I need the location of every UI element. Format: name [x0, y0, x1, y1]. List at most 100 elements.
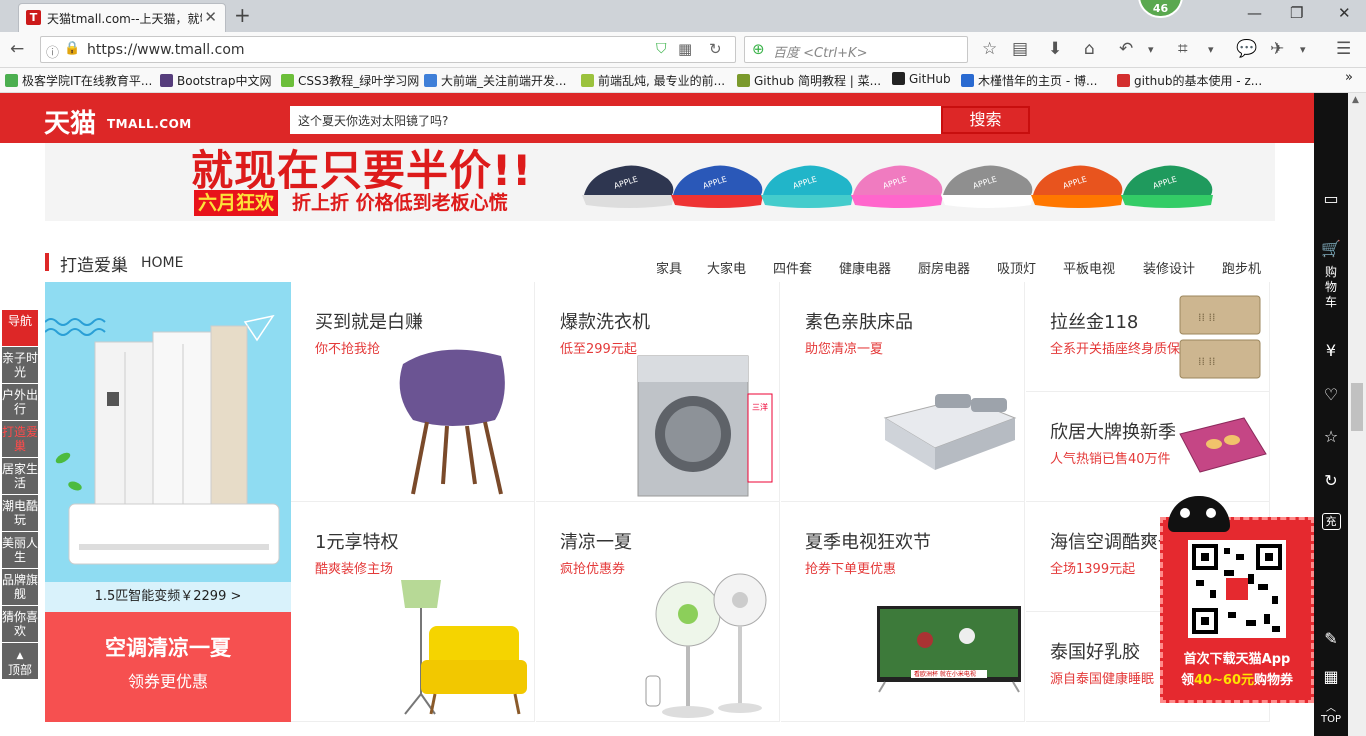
category-link[interactable]: 装修设计 — [1143, 258, 1195, 277]
qr-toggle-icon[interactable]: ▦ — [1314, 667, 1348, 686]
notification-badge[interactable]: 46 — [1138, 0, 1183, 18]
promo-banner[interactable]: 就现在只要半价!! 六月狂欢 折上折 价格低到老板心慌 APPLE APPLE … — [45, 143, 1275, 221]
reading-list-icon[interactable]: ▤ — [1012, 39, 1028, 59]
cart-label[interactable]: 购物车 — [1314, 265, 1348, 310]
section-subtitle: HOME — [141, 255, 184, 271]
recharge-icon[interactable]: 充 — [1314, 513, 1348, 530]
shield-icon[interactable]: ⛉ — [656, 41, 667, 57]
bookmark-item[interactable]: 木槿惜年的主页 - 博... — [961, 72, 1097, 89]
product-card[interactable]: 夏季电视狂欢节 抢券下单更优惠 看欧洲杯 就在小米电视 — [781, 502, 1025, 722]
tmall-logo-en[interactable]: TMALL.COM — [107, 117, 192, 131]
cart-icon[interactable]: 🛒 — [1314, 239, 1348, 258]
product-card[interactable]: 拉丝金118 全系开关插座终身质保 ⁞⁞ ⁞⁞ ⁞⁞ ⁞⁞ — [1026, 282, 1270, 392]
card-title: 清凉一夏 — [560, 532, 632, 553]
scrollbar[interactable]: ▲ — [1348, 93, 1366, 736]
browser-nav-bar: ← ⓘ 🔒 https://www.tmall.com ⛉ ▦ ↻ ⊕ 百度 <… — [0, 32, 1366, 68]
bookmarks-overflow-icon[interactable]: » — [1345, 70, 1353, 85]
air-conditioner-promo[interactable] — [45, 282, 291, 582]
back-arrow-icon[interactable]: ← — [10, 39, 24, 59]
bookmark-item[interactable]: Github 简明教程 | 菜... — [737, 72, 881, 89]
product-card[interactable]: 清凉一夏 疯抢优惠券 — [536, 502, 780, 722]
bookmark-item[interactable]: 极客学院IT在线教育平... — [5, 72, 152, 89]
card-subtitle: 酷爽装修主场 — [315, 562, 394, 577]
sidenav-item[interactable]: 户外出行 — [2, 384, 38, 420]
restore-button[interactable]: ❐ — [1290, 4, 1303, 22]
download-icon[interactable]: ⬇ — [1048, 39, 1062, 59]
site-search-button[interactable]: 搜索 — [941, 106, 1030, 134]
category-link[interactable]: 吸顶灯 — [997, 258, 1036, 277]
yen-icon[interactable]: ¥ — [1314, 341, 1348, 360]
bookmark-item[interactable]: CSS3教程_绿叶学习网 — [281, 72, 419, 89]
undo-dropdown-icon[interactable]: ▾ — [1148, 43, 1154, 56]
account-icon[interactable]: ▭ — [1314, 189, 1348, 208]
github-icon — [892, 72, 905, 85]
product-card[interactable]: 素色亲肤床品 助您清凉一夏 — [781, 282, 1025, 502]
scroll-up-icon[interactable]: ▲ — [1352, 95, 1359, 105]
bookmark-item[interactable]: GitHub — [892, 72, 951, 86]
address-bar[interactable]: ⓘ 🔒 https://www.tmall.com ⛉ ▦ ↻ — [40, 36, 736, 63]
url-text[interactable]: https://www.tmall.com — [87, 42, 245, 58]
card-title: 素色亲肤床品 — [805, 312, 913, 333]
history-icon[interactable]: ↻ — [1314, 471, 1348, 490]
socket-panel-image: ⁞⁞ ⁞⁞ ⁞⁞ ⁞⁞ — [1179, 295, 1261, 379]
bookmark-item[interactable]: Bootstrap中文网 — [160, 72, 271, 89]
sidenav-item[interactable]: 导航 — [2, 310, 38, 346]
sidenav-item[interactable]: 潮电酷玩 — [2, 495, 38, 531]
bookmark-item[interactable]: 前端乱炖, 最专业的前... — [581, 72, 725, 89]
product-card[interactable]: 买到就是白赚 你不抢我抢 — [291, 282, 535, 502]
category-link[interactable]: 家具 — [656, 258, 682, 277]
category-link[interactable]: 厨房电器 — [918, 258, 970, 277]
category-link[interactable]: 平板电视 — [1063, 258, 1115, 277]
undo-icon[interactable]: ↶ — [1119, 39, 1133, 59]
sidenav-item[interactable]: 亲子时光 — [2, 347, 38, 383]
site-search-input[interactable]: 这个夏天你选对太阳镜了吗? — [290, 106, 942, 134]
search-engine-icon[interactable]: ⊕ — [752, 40, 765, 58]
page-info-icon[interactable]: ⓘ — [46, 42, 59, 61]
sidenav-item[interactable]: 猜你喜欢 — [2, 606, 38, 642]
scrollbar-thumb[interactable] — [1351, 383, 1363, 431]
tmall-logo[interactable]: 天猫 — [44, 103, 96, 140]
qr-code-icon[interactable]: ▦ — [678, 40, 692, 58]
new-tab-button[interactable]: + — [234, 3, 251, 27]
sidenav-item-current[interactable]: 打造爱巢 — [2, 421, 38, 457]
sidenav-item-top[interactable]: ▲ 顶部 — [2, 643, 38, 679]
popup-line-2: 领40~60元购物券 — [1180, 673, 1294, 688]
feedback-icon[interactable]: ✎ — [1314, 629, 1348, 648]
bookmark-item[interactable]: 大前端_关注前端开发... — [424, 72, 566, 89]
chat-icon[interactable]: 💬 — [1236, 39, 1257, 59]
promo-coupon-subtitle: 领券更优惠 — [127, 672, 208, 691]
reload-icon[interactable]: ↻ — [709, 40, 722, 58]
up-arrow-icon: ▲ — [16, 651, 24, 661]
extension-icon[interactable]: ✈ — [1270, 39, 1284, 59]
crop-icon[interactable]: ⌗ — [1178, 39, 1188, 59]
bookmarks-bar: 极客学院IT在线教育平... Bootstrap中文网 CSS3教程_绿叶学习网… — [0, 68, 1366, 93]
product-card[interactable]: 欣居大牌换新季 人气热销已售40万件 — [1026, 392, 1270, 502]
extension-dropdown-icon[interactable]: ▾ — [1300, 43, 1306, 56]
minimize-button[interactable]: — — [1247, 4, 1262, 22]
bookmark-star-icon[interactable]: ☆ — [982, 39, 997, 59]
browser-search-box[interactable]: ⊕ 百度 <Ctrl+K> — [744, 36, 968, 63]
menu-icon[interactable]: ☰ — [1336, 39, 1351, 59]
sidenav-item[interactable]: 美丽人生 — [2, 532, 38, 568]
promo-coupon-banner[interactable]: 空调清凉一夏 领券更优惠 — [45, 612, 291, 722]
promo-caption[interactable]: 1.5匹智能变频￥2299 > — [45, 582, 291, 612]
bookmark-item[interactable]: github的基本使用 - z... — [1117, 72, 1262, 89]
back-to-top-button[interactable]: ︿ TOP — [1314, 699, 1348, 725]
tab-close-icon[interactable]: ✕ — [204, 8, 217, 26]
product-card[interactable]: 爆款洗衣机 低至299元起 三洋 — [536, 282, 780, 502]
category-link[interactable]: 跑步机 — [1222, 258, 1261, 277]
crop-dropdown-icon[interactable]: ▾ — [1208, 43, 1214, 56]
heart-icon[interactable]: ♡ — [1314, 385, 1348, 404]
product-card[interactable]: 1元享特权 酷爽装修主场 — [291, 502, 535, 722]
category-link[interactable]: 大家电 — [707, 258, 746, 277]
close-window-button[interactable]: ✕ — [1338, 4, 1351, 22]
category-link[interactable]: 健康电器 — [839, 258, 891, 277]
browser-tab[interactable]: T 天猫tmall.com--上天猫，就够了 ✕ — [18, 3, 226, 32]
category-link[interactable]: 四件套 — [773, 258, 812, 277]
sidenav-item[interactable]: 居家生活 — [2, 458, 38, 494]
star-icon[interactable]: ☆ — [1314, 427, 1348, 446]
bookmark-favicon-icon — [737, 74, 750, 87]
shoe-image: APPLE — [1121, 165, 1213, 208]
sidenav-item[interactable]: 品牌旗舰 — [2, 569, 38, 605]
home-icon[interactable]: ⌂ — [1084, 39, 1095, 59]
